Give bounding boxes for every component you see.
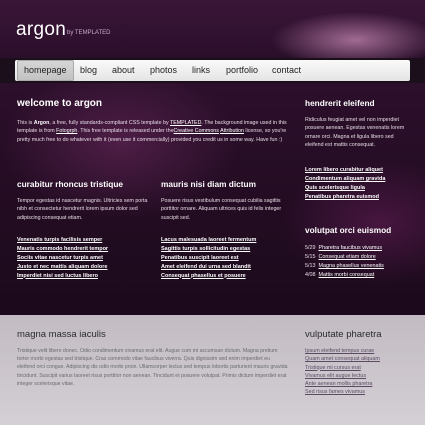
site-logo[interactable]: argon	[16, 19, 66, 41]
welcome-text-part: . This free template is released under t…	[77, 128, 174, 135]
list-item[interactable]: Justo et nec mattis aliquam dolore	[17, 263, 108, 272]
list-item[interactable]: Ipsum eleifend tempus curae	[305, 347, 380, 355]
list-item: 5/13 Magna phasellus venenatis	[305, 262, 384, 271]
list-item[interactable]: Lacus malesuada laoreet fermentum	[161, 236, 256, 245]
list-item[interactable]: Quis scelerisque ligula	[305, 184, 385, 193]
footer: magna massa iaculis Tristique velit libe…	[0, 315, 425, 425]
cc-link[interactable]: Creative Commons	[174, 128, 219, 134]
dated-link[interactable]: Consequat etiam dolore	[319, 254, 376, 260]
nav-item-about[interactable]: about	[112, 60, 135, 81]
nav-item-photos[interactable]: photos	[150, 60, 177, 81]
welcome-text-part: This is	[17, 120, 34, 126]
welcome-text: This is Argon, a free, fully standards-c…	[17, 119, 289, 144]
col2-link-list: Lacus malesuada laoreet fermentum Sagitt…	[161, 236, 256, 281]
welcome-text-part: , a free, fully standards-compliant CSS …	[49, 120, 170, 126]
list-item[interactable]: Ante aenean mollis pharetra	[305, 380, 380, 388]
list-item[interactable]: Sagittis turpis sollicitudin egestas	[161, 245, 256, 254]
footer-side-title: vulputate pharetra	[305, 329, 382, 340]
site-byline: by TEMPLATED	[67, 30, 111, 36]
list-item[interactable]: Sed risus fames vivamus	[305, 388, 380, 396]
date: 5/29	[305, 245, 316, 251]
nav-item-homepage[interactable]: homepage	[17, 60, 74, 81]
col1-link-list: Venenatis turpis facilisis semper Mauris…	[17, 236, 108, 281]
list-item[interactable]: Condimentum aliquam gravida	[305, 175, 385, 184]
list-item: 5/15 Consequat etiam dolore	[305, 253, 384, 262]
sidebar-link-list: Lorem libero curabitur aliquet Condiment…	[305, 166, 385, 202]
list-item: 4/08 Mattis morbi consequat	[305, 271, 384, 280]
list-item[interactable]: Vivamus elit augue lectus	[305, 372, 380, 380]
dated-link[interactable]: Magna phasellus venenatis	[319, 263, 384, 269]
list-item[interactable]: Sociis vitae nascetur turpis amet	[17, 254, 108, 263]
dated-link[interactable]: Mattis morbi consequat	[319, 272, 375, 278]
list-item[interactable]: Penatibus pharetra euismod	[305, 193, 385, 202]
col1-title: curabitur rhoncus tristique	[17, 179, 124, 189]
nav-item-contact[interactable]: contact	[272, 60, 301, 81]
welcome-title: welcome to argon	[17, 98, 103, 109]
list-item[interactable]: Lorem libero curabitur aliquet	[305, 166, 385, 175]
page: argon by TEMPLATED homepage blog about p…	[0, 0, 425, 425]
list-item[interactable]: Mauris commodo hendrerit tempor	[17, 245, 108, 254]
date: 5/13	[305, 263, 316, 269]
list-item: 5/29 Pharetra faucibus vivamus	[305, 244, 384, 253]
date: 4/08	[305, 272, 316, 278]
sidebar-text: Ridiculus feugiat amet vel non imperdiet…	[305, 117, 405, 149]
dated-link[interactable]: Pharetra faucibus vivamus	[319, 245, 383, 251]
nav-item-blog[interactable]: blog	[80, 60, 97, 81]
header: argon by TEMPLATED	[0, 0, 425, 58]
list-item[interactable]: Tristique mi cursus erat	[305, 364, 380, 372]
main-content: welcome to argon This is Argon, a free, …	[0, 83, 425, 315]
cc-attribution-link[interactable]: Attribution	[220, 128, 244, 134]
dated-link-list: 5/29 Pharetra faucibus vivamus 5/15 Conseq…	[305, 244, 384, 280]
footer-text: Tristique velit libero donec. Odio condi…	[17, 348, 288, 387]
fotogrph-link[interactable]: Fotogrph	[56, 128, 77, 134]
col2-title: mauris nisi diam dictum	[161, 179, 256, 189]
brand-name: Argon	[33, 120, 50, 126]
col1-text: Tempor egestas id nascetur magnis. Ultri…	[17, 198, 148, 221]
sidebar-title-2: volutpat orci euismod	[305, 225, 392, 235]
list-item[interactable]: Penatibus suscipit laoreet est	[161, 254, 256, 263]
templated-link[interactable]: TEMPLATED	[170, 120, 201, 126]
list-item[interactable]: Venenatis turpis facilisis semper	[17, 236, 108, 245]
list-item[interactable]: Amet eleifend dui urna sed blandit	[161, 263, 256, 272]
col2-text: Posuere risus vestibulum consequat cubil…	[161, 198, 282, 221]
sidebar-title-1: hendrerit eleifend	[305, 98, 375, 108]
footer-title: magna massa iaculis	[17, 329, 106, 340]
list-item[interactable]: Imperdiet nisi sed luctus libero	[17, 272, 108, 281]
nav-item-portfolio[interactable]: portfolio	[226, 60, 258, 81]
main-nav: homepage blog about photos links portfol…	[15, 60, 410, 81]
footer-link-list: Ipsum eleifend tempus curae Quam amet co…	[305, 347, 380, 397]
nav-item-links[interactable]: links	[192, 60, 210, 81]
list-item[interactable]: Consequat phasellus et posuere	[161, 272, 256, 281]
date: 5/15	[305, 254, 316, 260]
list-item[interactable]: Quam amet consequat aliquam	[305, 355, 380, 363]
